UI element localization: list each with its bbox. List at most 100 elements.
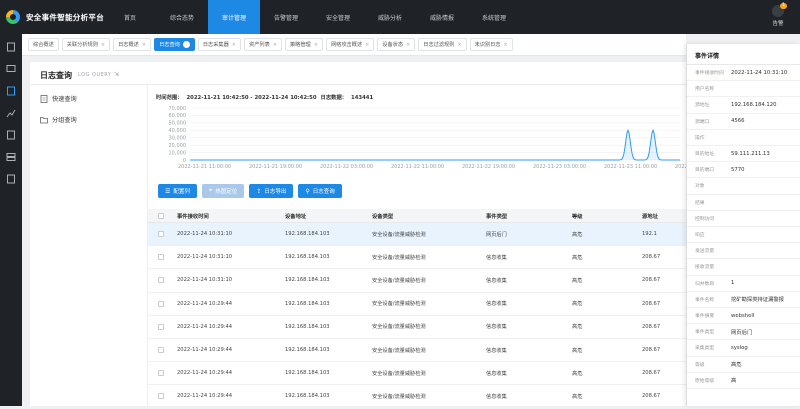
panel-title: 事件详情 (695, 53, 720, 60)
table-row[interactable]: 2022-11-24 10:29:44 192.168.184.103 安全设备/流… (148, 362, 686, 386)
table-cell: 高危 (572, 347, 583, 354)
field-value: 2022-11-24 10:31:10 (731, 69, 788, 76)
sidebar-item-1[interactable] (0, 36, 22, 58)
table-cell: 208.67 (642, 254, 661, 261)
row-checkbox[interactable] (158, 231, 164, 238)
table-row[interactable]: 2022-11-24 10:29:44 192.168.184.103 安全设备/流… (148, 316, 686, 339)
tab-8[interactable]: 设备状态 × (377, 38, 416, 51)
close-icon[interactable]: × (504, 42, 508, 48)
close-icon[interactable]: × (273, 42, 277, 48)
sidebar-item-2[interactable] (0, 58, 22, 80)
sidebar-item-log[interactable] (0, 80, 22, 102)
tab-3[interactable]: 日志查询 (154, 38, 195, 51)
close-icon[interactable] (182, 41, 190, 48)
table-row[interactable]: 2022-11-24 10:29:44 192.168.184.103 安全设备/流… (148, 293, 686, 316)
close-icon[interactable]: × (232, 42, 236, 48)
tab-0[interactable]: 综合概述 (28, 38, 59, 51)
field-value: webshell (731, 312, 755, 319)
tab-2[interactable]: 日志概述 × (113, 38, 152, 51)
app-logo (6, 10, 20, 24)
detail-field: 目的地址 59.111.211.13 (687, 146, 800, 163)
row-checkbox[interactable] (158, 254, 164, 261)
field-label: 归并数目 (695, 281, 715, 287)
close-icon[interactable]: × (365, 42, 369, 48)
table-header: 事件接收时间 设备地址 设备类型 事件类型 等级 源地址 (148, 209, 686, 223)
export-icon: ⇪ (256, 187, 262, 195)
row-checkbox[interactable] (158, 370, 164, 377)
table-cell: 208.67 (642, 393, 661, 400)
close-icon[interactable]: × (457, 42, 461, 48)
sidebar-item-4[interactable] (0, 102, 22, 124)
tab-10[interactable]: 未识别日志 × (469, 38, 513, 51)
row-checkbox[interactable] (158, 277, 164, 284)
table-cell: 安全设备/流量威胁检测 (372, 393, 426, 400)
table-cell: 192.168.184.103 (285, 323, 330, 330)
field-label: 控制访问 (695, 216, 715, 222)
tab-7[interactable]: 网络攻击概述 × (325, 38, 375, 51)
y-tick-label: 70,000 (169, 106, 187, 112)
column-header[interactable]: 等级 (572, 212, 642, 220)
row-checkbox[interactable] (158, 300, 164, 307)
column-header[interactable]: 设备地址 (285, 212, 372, 220)
x-tick-label: 2022-11-21 19:00:00 (249, 164, 302, 170)
tab-6[interactable]: 策略管理 × (284, 38, 323, 51)
column-header[interactable]: 设备类型 (372, 212, 486, 220)
table-row[interactable]: 2022-11-24 10:29:44 192.168.184.103 安全设备/流… (148, 385, 686, 409)
menu-item-group-query[interactable]: 分组查询 (40, 115, 77, 124)
detail-field: 用户名称 (687, 81, 800, 98)
table-cell: 2022-11-24 10:29:44 (177, 323, 233, 330)
close-icon[interactable]: × (101, 42, 105, 48)
table-cell: 192.1 (642, 231, 657, 238)
tab-9[interactable]: 日志过滤规则 × (418, 38, 467, 51)
column-header[interactable]: 事件接收时间 (168, 212, 285, 220)
close-icon[interactable]: × (314, 42, 318, 48)
expand-icon[interactable]: ⇲ (114, 71, 119, 78)
column-header[interactable]: 源地址 (642, 212, 686, 220)
tab-label: 未识别日志 (474, 42, 501, 48)
tab-1[interactable]: 关联分析规则 × (61, 38, 111, 51)
close-icon[interactable]: × (142, 42, 146, 48)
close-icon[interactable]: × (406, 42, 410, 48)
table-cell: 208.67 (642, 277, 661, 284)
tab-label: 关联分析规则 (66, 42, 98, 48)
heatmap-locate-button[interactable]: ⌖ 热图定位 (201, 184, 245, 198)
tab-4[interactable]: 日志采集器 × (197, 38, 241, 51)
row-checkbox[interactable] (158, 393, 164, 400)
x-tick-label: 2022-11-23 19:00:00 (675, 164, 686, 170)
count-value: 143441 (351, 95, 374, 101)
nav-threat-intel[interactable]: 威胁情报 (416, 0, 468, 34)
row-checkbox[interactable] (158, 323, 164, 330)
select-all-checkbox[interactable] (158, 212, 164, 219)
nav-overview[interactable]: 综合态势 (156, 0, 208, 34)
menu-item-quick-query[interactable]: 快速查询 (40, 94, 77, 103)
export-logs-button[interactable]: ⇪ 日志导出 (249, 184, 294, 198)
table-cell: 信息收集 (486, 301, 507, 308)
column-header[interactable]: 事件类型 (486, 212, 572, 220)
button-label: 日志导出 (264, 189, 287, 195)
field-label: 对象 (695, 184, 705, 190)
table-row[interactable]: 2022-11-24 10:31:10 192.168.184.103 安全设备/流… (148, 223, 686, 247)
field-label: 源端口 (695, 119, 710, 125)
row-checkbox[interactable] (158, 347, 164, 354)
table-cell: 2022-11-24 10:29:44 (177, 347, 233, 354)
sidebar-item-5[interactable] (0, 124, 22, 146)
nav-home[interactable]: 首页 (104, 0, 156, 34)
table-row[interactable]: 2022-11-24 10:31:10 192.168.184.103 安全设备/流… (148, 269, 686, 293)
nav-audit[interactable]: 审计管理 (208, 0, 260, 34)
detail-field: 归并数目 1 (687, 276, 800, 292)
tab-5[interactable]: 资产列表 × (244, 38, 282, 51)
nav-system[interactable]: 系统管理 (468, 0, 520, 34)
config-columns-button[interactable]: ☰ 配置列 (158, 184, 197, 198)
tab-label: 日志查询 (159, 42, 180, 48)
nav-threat-analysis[interactable]: 威胁分析 (364, 0, 416, 34)
x-tick-label: 2022-11-21 11:00:00 (178, 164, 231, 170)
sidebar-item-7[interactable] (0, 168, 22, 190)
detail-field: 等级 高危 (687, 357, 800, 373)
table-row[interactable]: 2022-11-24 10:29:44 192.168.184.103 安全设备/流… (148, 339, 686, 363)
nav-alerts[interactable]: 告警管理 (260, 0, 312, 34)
sidebar-item-6[interactable] (0, 146, 22, 168)
table-row[interactable]: 2022-11-24 10:31:10 192.168.184.103 安全设备/流… (148, 246, 686, 270)
alerts-menu[interactable]: 1 告警 (766, 3, 790, 27)
nav-security[interactable]: 安全管理 (312, 0, 364, 34)
query-logs-button[interactable]: ⚲ 日志查询 (298, 184, 342, 198)
